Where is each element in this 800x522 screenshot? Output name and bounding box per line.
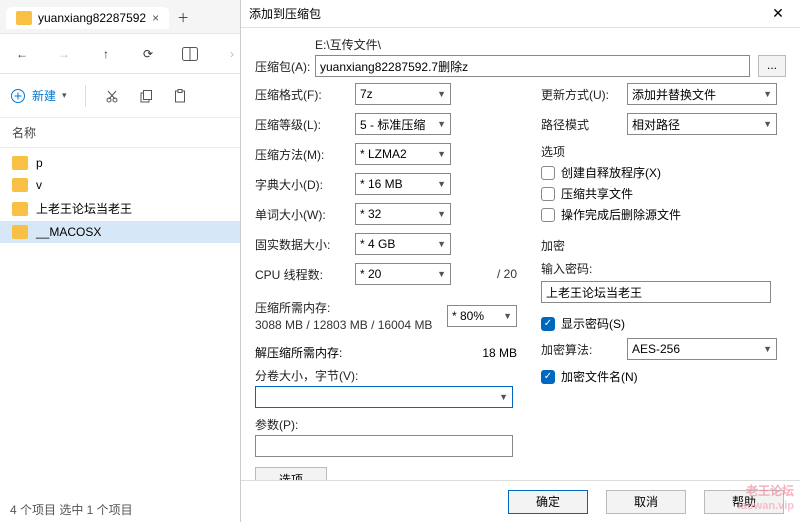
tab-title: yuanxiang82287592 [38,11,146,25]
delete-after-checkbox[interactable]: 操作完成后删除源文件 [541,206,786,223]
split-select[interactable]: ▼ [255,386,513,408]
options-heading: 选项 [541,143,786,160]
archive-path-input[interactable] [315,55,750,77]
close-icon[interactable]: × [152,11,159,25]
cancel-button[interactable]: 取消 [606,490,686,514]
separator [85,85,86,107]
mem-decompress-label: 解压缩所需内存: [255,344,342,361]
dict-select[interactable]: * 16 MB▼ [355,173,451,195]
dict-label: 字典大小(D): [255,176,355,193]
word-label: 单词大小(W): [255,206,355,223]
method-select[interactable]: * LZMA2▼ [355,143,451,165]
ok-button[interactable]: 确定 [508,490,588,514]
chevron-down-icon: ▼ [437,119,446,129]
folder-icon [12,225,28,239]
algo-select[interactable]: AES-256▼ [627,338,777,360]
word-select[interactable]: * 32▼ [355,203,451,225]
dialog-title: 添加到压缩包 [249,5,764,22]
chevron-down-icon: ▼ [763,119,772,129]
show-password-checkbox[interactable]: ✓显示密码(S) [541,315,786,332]
folder-icon [16,11,32,25]
archive-label: 压缩包(A): [255,58,315,75]
new-button[interactable]: 新建 ▾ [10,87,67,104]
folder-icon [12,178,28,192]
pathmode-label: 路径模式 [541,116,627,133]
refresh-button[interactable]: ⟳ [134,40,162,68]
solid-label: 固实数据大小: [255,236,355,253]
level-label: 压缩等级(L): [255,116,355,133]
update-label: 更新方式(U): [541,86,627,103]
dialog-footer: 确定 取消 帮助 [241,480,800,522]
update-select[interactable]: 添加并替换文件▼ [627,83,777,105]
cut-icon[interactable] [104,88,120,104]
close-icon[interactable]: ✕ [764,5,792,22]
chevron-down-icon: ▼ [503,311,512,321]
split-label: 分卷大小，字节(V): [255,367,517,384]
mem-decompress-value: 18 MB [482,346,517,360]
paste-icon[interactable] [172,88,188,104]
back-button[interactable]: ← [8,40,36,68]
algo-label: 加密算法: [541,341,627,358]
password-input[interactable] [541,281,771,303]
chevron-down-icon: ▼ [437,239,446,249]
chevron-down-icon: ▾ [62,90,67,101]
chevron-down-icon: ▼ [763,344,772,354]
up-button[interactable]: ↑ [92,40,120,68]
solid-select[interactable]: * 4 GB▼ [355,233,451,255]
level-select[interactable]: 5 - 标准压缩▼ [355,113,451,135]
chevron-down-icon: ▼ [437,269,446,279]
mem-compress-label: 压缩所需内存: [255,299,432,316]
tab-active[interactable]: yuanxiang82287592 × [6,7,169,29]
watermark: 老王论坛 laowan.vip [738,480,794,512]
right-column: 更新方式(U):添加并替换文件▼ 路径模式相对路径▼ 选项 创建自释放程序(X)… [541,83,786,480]
encryption-heading: 加密 [541,237,786,254]
forward-button: → [50,40,78,68]
mem-pct-select[interactable]: * 80%▼ [447,305,517,327]
left-column: 压缩格式(F):7z▼ 压缩等级(L):5 - 标准压缩▼ 压缩方法(M):* … [255,83,517,480]
browse-button[interactable]: ... [758,55,786,77]
chevron-down-icon: ▼ [437,149,446,159]
pathmode-select[interactable]: 相对路径▼ [627,113,777,135]
cpu-label: CPU 线程数: [255,266,355,283]
copy-icon[interactable] [138,88,154,104]
params-input[interactable] [255,435,513,457]
shared-checkbox[interactable]: 压缩共享文件 [541,185,786,202]
plus-circle-icon [10,88,26,104]
folder-icon [12,202,28,216]
options-button[interactable]: 选项 [255,467,327,480]
params-label: 参数(P): [255,416,517,433]
path-folder: E:\互传文件\ [315,36,786,53]
chevron-down-icon: ▼ [763,89,772,99]
dialog-titlebar: 添加到压缩包 ✕ [241,0,800,28]
cpu-total: / 20 [451,267,517,281]
format-select[interactable]: 7z▼ [355,83,451,105]
chevron-down-icon: ▼ [437,89,446,99]
sfx-checkbox[interactable]: 创建自释放程序(X) [541,164,786,181]
split-view-icon[interactable] [176,40,204,68]
folder-icon [12,156,28,170]
status-bar: 4 个项目 选中 1 个项目 [10,501,133,518]
encrypt-names-checkbox[interactable]: ✓加密文件名(N) [541,368,786,385]
chevron-down-icon: ▼ [499,392,508,402]
method-label: 压缩方法(M): [255,146,355,163]
dialog-body: E:\互传文件\ 压缩包(A): ... 压缩格式(F):7z▼ 压缩等级(L)… [241,28,800,480]
mem-compress-value: 3088 MB / 12803 MB / 16004 MB [255,318,432,332]
add-to-archive-dialog: 添加到压缩包 ✕ E:\互传文件\ 压缩包(A): ... 压缩格式(F):7z… [240,0,800,522]
format-label: 压缩格式(F): [255,86,355,103]
new-tab-button[interactable]: ＋ [169,4,197,32]
password-label: 输入密码: [541,260,786,277]
chevron-down-icon: ▼ [437,209,446,219]
cpu-select[interactable]: * 20▼ [355,263,451,285]
chevron-down-icon: ▼ [437,179,446,189]
